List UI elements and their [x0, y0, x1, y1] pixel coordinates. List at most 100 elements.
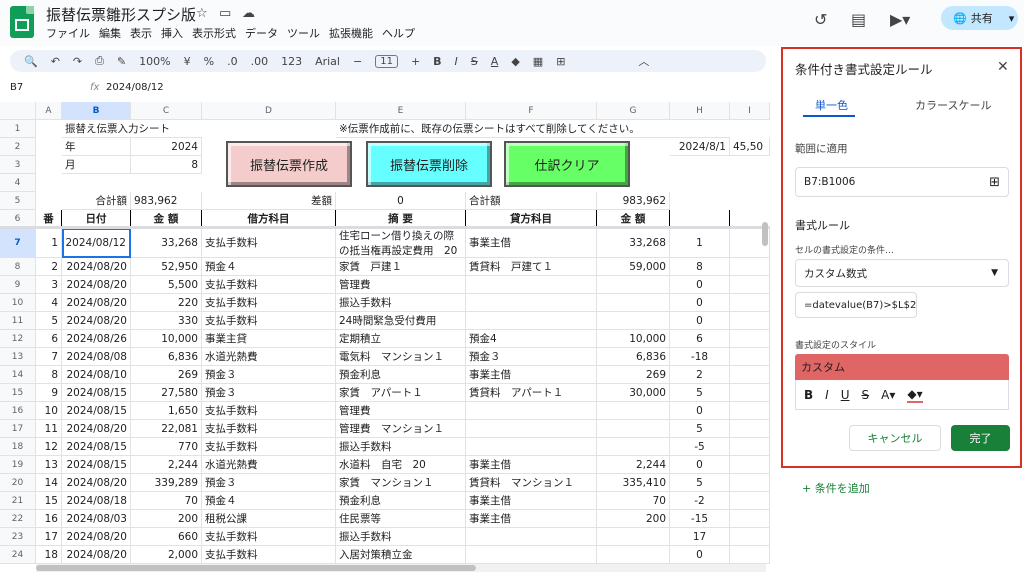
- merge-cells-icon[interactable]: ⊞: [556, 55, 565, 68]
- credit-cell[interactable]: 事業主借: [466, 456, 597, 474]
- style-preview[interactable]: カスタム: [795, 354, 1009, 380]
- h-cell[interactable]: 5: [670, 474, 730, 492]
- amount-cell[interactable]: 330: [131, 312, 202, 330]
- chevron-down-icon[interactable]: ▾: [1009, 12, 1015, 25]
- row-header[interactable]: 5: [0, 192, 36, 210]
- debit-cell[interactable]: 支払手数料: [202, 420, 336, 438]
- h-cell[interactable]: 17: [670, 528, 730, 546]
- cell[interactable]: [730, 492, 770, 510]
- cell[interactable]: [730, 420, 770, 438]
- comment-icon[interactable]: ▤: [851, 10, 866, 29]
- row-number[interactable]: 14: [36, 474, 62, 492]
- amount2-cell[interactable]: 10,000: [597, 330, 670, 348]
- amount2-cell[interactable]: 269: [597, 366, 670, 384]
- row-header[interactable]: 24: [0, 546, 36, 564]
- row-header[interactable]: 12: [0, 330, 36, 348]
- debit-cell[interactable]: 預金３: [202, 384, 336, 402]
- credit-cell[interactable]: [466, 438, 597, 456]
- menu-insert[interactable]: 挿入: [161, 25, 183, 41]
- h-cell[interactable]: -18: [670, 348, 730, 366]
- row-number[interactable]: 4: [36, 294, 62, 312]
- cell-month[interactable]: 8: [131, 156, 202, 174]
- date-cell[interactable]: 2024/08/08: [62, 348, 131, 366]
- date-cell[interactable]: 2024/08/20: [62, 258, 131, 276]
- debit-cell[interactable]: 預金３: [202, 474, 336, 492]
- amount-cell[interactable]: 33,268: [131, 228, 202, 258]
- row-number[interactable]: 18: [36, 546, 62, 564]
- row-number[interactable]: 12: [36, 438, 62, 456]
- zoom-select[interactable]: 100%: [139, 55, 170, 68]
- row-header[interactable]: 4: [0, 174, 36, 192]
- more-formats-button[interactable]: 123: [281, 55, 302, 68]
- h-cell[interactable]: -2: [670, 492, 730, 510]
- cloud-status-icon[interactable]: ☁: [242, 6, 255, 21]
- menu-extensions[interactable]: 拡張機能: [329, 25, 373, 41]
- italic-icon[interactable]: I: [825, 388, 829, 402]
- h-cell[interactable]: 0: [670, 456, 730, 474]
- desc-cell[interactable]: 家賃 アパート１: [336, 384, 466, 402]
- italic-icon[interactable]: I: [455, 55, 458, 68]
- cell[interactable]: [730, 312, 770, 330]
- credit-cell[interactable]: [466, 420, 597, 438]
- document-title[interactable]: 振替伝票雛形スプシ版: [46, 4, 196, 25]
- debit-cell[interactable]: 支払手数料: [202, 228, 336, 258]
- menu-tools[interactable]: ツール: [287, 25, 320, 41]
- desc-cell[interactable]: 預金利息: [336, 492, 466, 510]
- debit-cell[interactable]: 水道光熱費: [202, 456, 336, 474]
- cell[interactable]: [730, 510, 770, 528]
- amount2-cell[interactable]: 2,244: [597, 456, 670, 474]
- frozen-row-divider[interactable]: [0, 226, 770, 229]
- debit-cell[interactable]: 支払手数料: [202, 438, 336, 456]
- credit-cell[interactable]: 賃貸料 戸建て１: [466, 258, 597, 276]
- column-header[interactable]: D: [202, 102, 336, 120]
- cell[interactable]: [730, 276, 770, 294]
- credit-cell[interactable]: [466, 294, 597, 312]
- amount-cell[interactable]: 70: [131, 492, 202, 510]
- amount-cell[interactable]: 1,650: [131, 402, 202, 420]
- debit-cell[interactable]: 支払手数料: [202, 528, 336, 546]
- cell-total[interactable]: 983,962: [131, 192, 202, 210]
- h-cell[interactable]: 8: [670, 258, 730, 276]
- credit-cell[interactable]: 預金4: [466, 330, 597, 348]
- strikethrough-icon[interactable]: S: [471, 55, 478, 68]
- amount-cell[interactable]: 220: [131, 294, 202, 312]
- name-box[interactable]: B7: [10, 82, 23, 93]
- date-cell[interactable]: 2024/08/15: [62, 384, 131, 402]
- delete-voucher-button[interactable]: 振替伝票削除: [366, 141, 492, 187]
- fill-color-icon[interactable]: ◆: [511, 55, 519, 68]
- debit-cell[interactable]: 租税公課: [202, 510, 336, 528]
- desc-cell[interactable]: 管理費: [336, 402, 466, 420]
- row-number[interactable]: 8: [36, 366, 62, 384]
- move-folder-icon[interactable]: ▭: [219, 6, 231, 21]
- row-number[interactable]: 1: [36, 228, 62, 258]
- row-header[interactable]: 14: [0, 366, 36, 384]
- amount2-cell[interactable]: 335,410: [597, 474, 670, 492]
- cell-year[interactable]: 2024: [131, 138, 202, 156]
- column-header[interactable]: G: [597, 102, 670, 120]
- row-header[interactable]: 7: [0, 228, 36, 258]
- amount-cell[interactable]: 269: [131, 366, 202, 384]
- bold-icon[interactable]: B: [804, 388, 813, 402]
- vertical-scrollbar[interactable]: [762, 222, 768, 246]
- desc-cell[interactable]: 振込手数料: [336, 528, 466, 546]
- done-button[interactable]: 完了: [951, 425, 1010, 451]
- row-number[interactable]: 7: [36, 348, 62, 366]
- date-cell[interactable]: 2024/08/20: [62, 294, 131, 312]
- debit-cell[interactable]: 支払手数料: [202, 276, 336, 294]
- percent-button[interactable]: %: [204, 55, 214, 68]
- date-cell[interactable]: 2024/08/03: [62, 510, 131, 528]
- cell-title[interactable]: 振替え伝票入力シート: [62, 120, 202, 138]
- row-header[interactable]: 19: [0, 456, 36, 474]
- fill-color-icon[interactable]: ◆▾: [907, 387, 923, 403]
- cell-total-label[interactable]: 合計額: [62, 192, 131, 210]
- cell[interactable]: [730, 366, 770, 384]
- undo-icon[interactable]: ↶: [51, 55, 60, 68]
- date-cell[interactable]: 2024/08/20: [62, 546, 131, 564]
- font-select[interactable]: Arial: [315, 55, 340, 68]
- column-header[interactable]: I: [730, 102, 770, 120]
- amount-cell[interactable]: 660: [131, 528, 202, 546]
- desc-cell[interactable]: 水道料 自宅 20: [336, 456, 466, 474]
- date-cell[interactable]: 2024/08/20: [62, 312, 131, 330]
- amount2-cell[interactable]: 200: [597, 510, 670, 528]
- amount2-cell[interactable]: [597, 402, 670, 420]
